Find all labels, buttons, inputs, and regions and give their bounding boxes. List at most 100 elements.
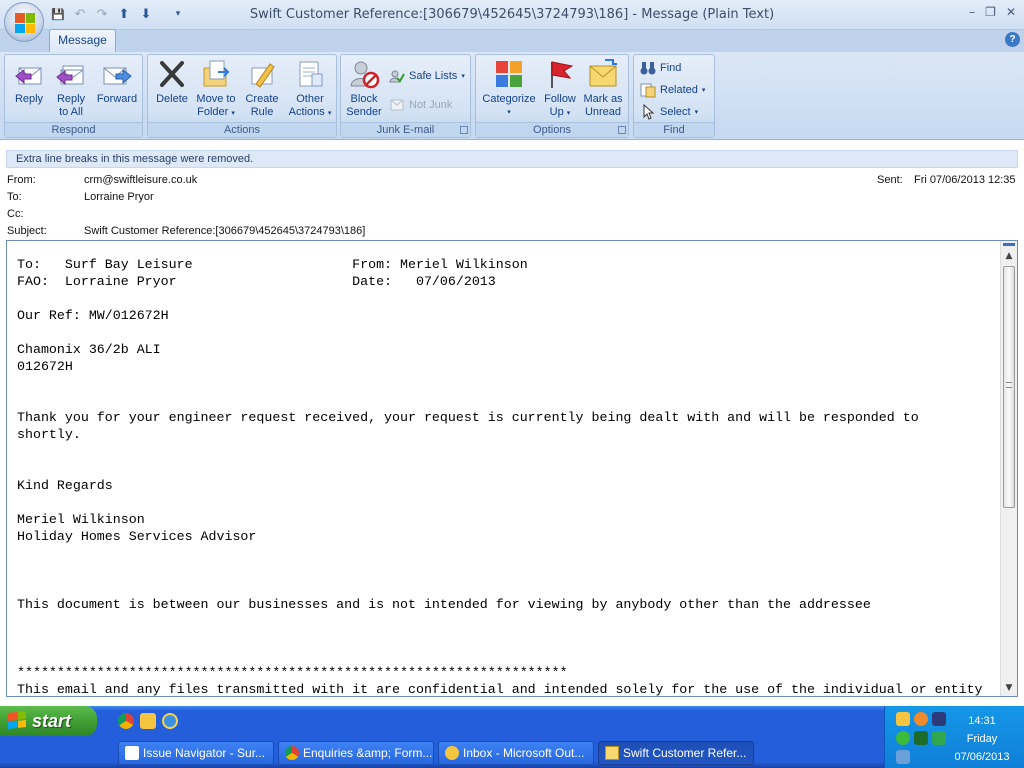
mark-as-unread-label-2: Unread (584, 106, 622, 118)
scrollbar-thumb[interactable] (1003, 266, 1015, 508)
junk-email-launcher-icon[interactable] (460, 126, 468, 134)
reply-all-button[interactable]: Reply to All (51, 58, 91, 119)
task-inbox[interactable]: Inbox - Microsoft Out... (438, 741, 594, 765)
redo-icon[interactable]: ↷ (94, 6, 110, 22)
not-junk-label: Not Junk (409, 99, 453, 111)
other-actions-label-2: Actions ▾ (288, 106, 332, 118)
categorize-button[interactable]: Categorize ▾ (478, 58, 540, 119)
mark-as-unread-button[interactable]: Mark as Unread (580, 58, 626, 119)
create-rule-icon (246, 58, 278, 90)
block-sender-icon (348, 58, 380, 90)
quick-launch (118, 713, 178, 729)
new-mail-icon[interactable] (896, 712, 910, 726)
from-label: From: (7, 174, 36, 186)
related-label: Related (660, 84, 698, 96)
info-bar[interactable]: Extra line breaks in this message were r… (6, 150, 1018, 168)
categorize-icon (493, 58, 525, 90)
scroll-up-icon[interactable]: ▲ (1001, 249, 1017, 263)
find-label: Find (660, 62, 682, 74)
create-rule-label-1: Create (245, 93, 279, 105)
security-icon[interactable] (914, 731, 928, 745)
task-swift-customer-reference[interactable]: Swift Customer Refer... (598, 741, 754, 765)
quick-access-toolbar: 💾 ↶ ↷ ⬆ ⬇ ▾ (50, 5, 186, 23)
select-label: Select (660, 106, 691, 118)
delete-button[interactable]: Delete (152, 58, 192, 106)
group-actions: Delete Move to Folder ▾ Create Rule Othe… (147, 54, 337, 138)
help-icon[interactable]: ? (1005, 32, 1020, 47)
create-rule-button[interactable]: Create Rule (240, 58, 284, 119)
subject-value: Swift Customer Reference:[306679\452645\… (84, 225, 366, 237)
reply-all-label-2: to All (59, 106, 83, 118)
ribbon-tab-row (0, 30, 1024, 52)
message-body-text: To: Surf Bay Leisure From: Meriel Wilkin… (17, 257, 983, 697)
task-enquiries[interactable]: Enquiries &amp; Form... (278, 741, 434, 765)
reply-all-label-1: Reply (56, 93, 86, 105)
status-green-icon[interactable] (896, 731, 910, 745)
office-logo-icon (15, 13, 35, 33)
window-controls: – ❐ ✕ (969, 5, 1016, 19)
safe-lists-icon (389, 68, 405, 84)
from-value[interactable]: crm@swiftleisure.co.uk (84, 174, 197, 186)
customize-qat-icon[interactable]: ▾ (170, 6, 186, 22)
related-icon (640, 82, 656, 98)
undo-icon[interactable]: ↶ (72, 6, 88, 22)
vertical-scrollbar[interactable]: ▲ ▼ (1000, 241, 1017, 696)
maximize-button[interactable]: ❐ (985, 5, 996, 19)
outlook-icon[interactable] (140, 713, 156, 729)
outlook-tray-icon[interactable] (914, 712, 928, 726)
forward-icon (101, 58, 133, 90)
office-button[interactable] (4, 2, 44, 42)
move-to-folder-button[interactable]: Move to Folder ▾ (194, 58, 238, 120)
chrome-icon (285, 746, 299, 760)
internet-explorer-icon[interactable] (162, 713, 178, 729)
other-actions-button[interactable]: Other Actions ▾ (286, 58, 334, 120)
chrome-icon[interactable] (118, 713, 134, 729)
subject-label: Subject: (7, 225, 47, 237)
scrollbar-grip-icon (1006, 382, 1012, 388)
categorize-label: Categorize (482, 93, 536, 105)
select-button[interactable]: Select ▾ (640, 103, 698, 121)
to-label: To: (7, 191, 22, 203)
not-junk-button[interactable]: Not Junk (389, 96, 452, 114)
reply-all-icon (55, 58, 87, 90)
other-actions-label-1: Other (296, 93, 324, 105)
volume-icon[interactable] (896, 750, 910, 764)
ribbon: Reply Reply to All Forward Respond Delet… (0, 52, 1024, 140)
block-sender-button[interactable]: Block Sender (343, 58, 385, 119)
task-label: Inbox - Microsoft Out... (463, 746, 585, 760)
clock[interactable]: 14:31 Friday 07/06/2013 (940, 712, 1024, 766)
safe-lists-label: Safe Lists (409, 70, 458, 82)
reply-button[interactable]: Reply (9, 58, 49, 106)
reply-label: Reply (14, 93, 44, 105)
safe-lists-button[interactable]: Safe Lists ▾ (389, 67, 465, 85)
follow-up-button[interactable]: Follow Up ▾ (540, 58, 580, 120)
to-value[interactable]: Lorraine Pryor (84, 191, 154, 203)
next-item-icon[interactable]: ⬇ (138, 6, 154, 22)
find-button[interactable]: Find (640, 59, 681, 77)
group-respond-label: Respond (5, 122, 142, 137)
save-icon[interactable]: 💾 (50, 6, 66, 22)
move-to-label-2: Folder ▾ (197, 106, 235, 118)
task-issue-navigator[interactable]: Issue Navigator - Sur... (118, 741, 274, 765)
group-options-label: Options (476, 122, 628, 137)
scroll-down-icon[interactable]: ▼ (1001, 681, 1017, 695)
tab-message[interactable]: Message (49, 29, 116, 52)
forward-button[interactable]: Forward (93, 58, 141, 106)
message-body[interactable]: To: Surf Bay Leisure From: Meriel Wilkin… (6, 240, 1018, 697)
group-junk-email: Block Sender Safe Lists ▾ Not Junk Junk E… (340, 54, 471, 138)
jira-icon (125, 746, 139, 760)
options-launcher-icon[interactable] (618, 126, 626, 134)
previous-item-icon[interactable]: ⬆ (116, 6, 132, 22)
group-find-label: Find (634, 122, 714, 137)
clock-day: Friday (966, 733, 998, 745)
windows-flag-icon (8, 711, 26, 729)
move-to-folder-icon (200, 58, 232, 90)
group-find: Find Related ▾ Select ▾ Find (633, 54, 715, 138)
create-rule-label-2: Rule (250, 106, 274, 118)
close-button[interactable]: ✕ (1006, 5, 1016, 19)
scrollbar-split-handle[interactable] (1003, 243, 1015, 246)
minimize-button[interactable]: – (969, 5, 975, 19)
task-label: Enquiries &amp; Form... (303, 746, 433, 760)
task-label: Swift Customer Refer... (623, 746, 747, 760)
related-button[interactable]: Related ▾ (640, 81, 705, 99)
